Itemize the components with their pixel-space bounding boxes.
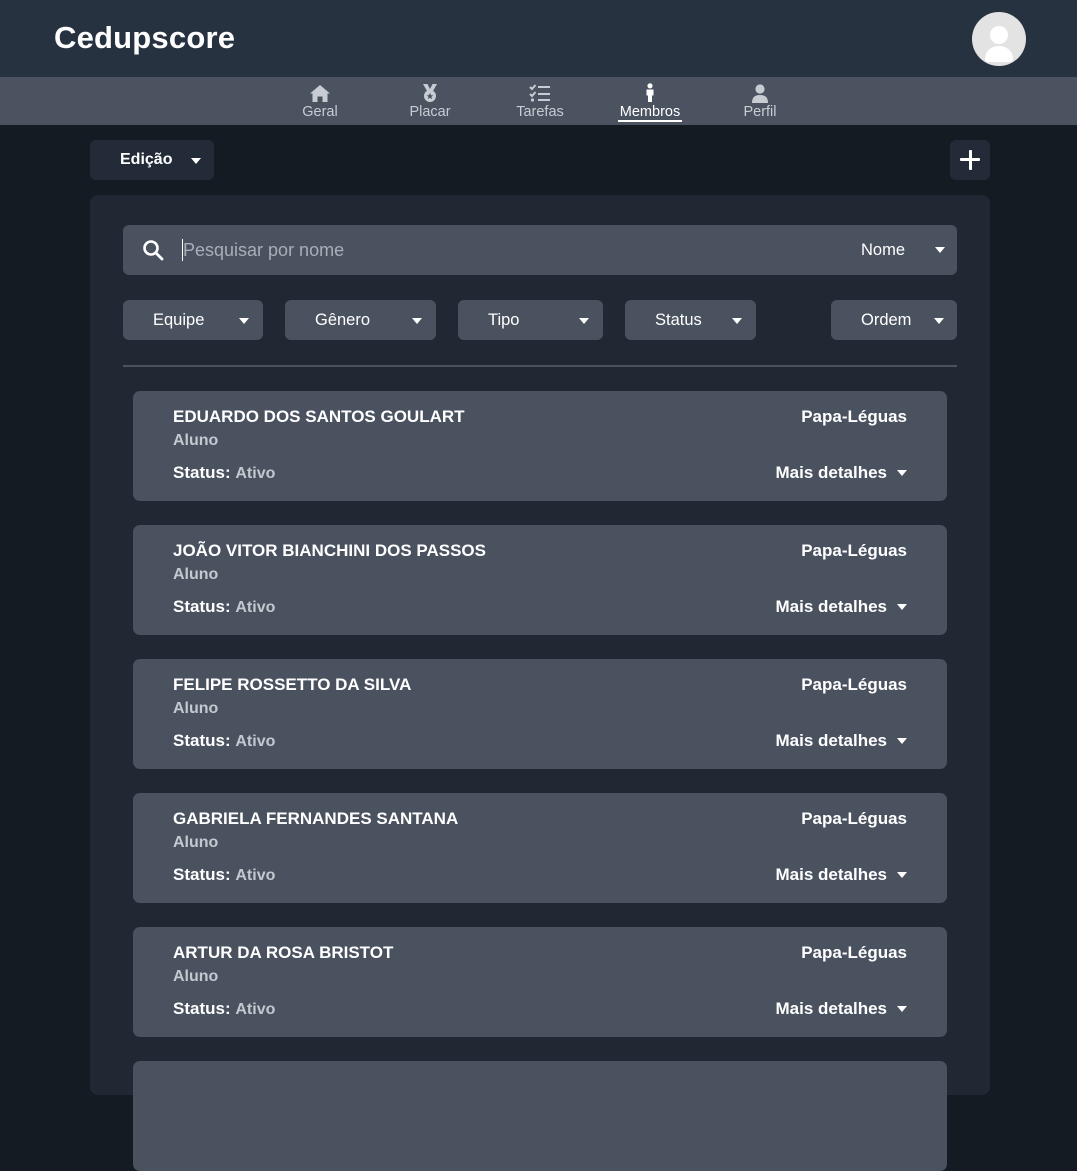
chevron-down-icon xyxy=(239,318,249,324)
search-mode-dropdown[interactable]: Nome xyxy=(861,225,945,275)
chevron-down-icon xyxy=(732,318,742,324)
filter-label: Equipe xyxy=(153,311,205,329)
member-status: Status: Ativo xyxy=(173,597,276,616)
member-status: Status: Ativo xyxy=(173,463,276,482)
checklist-icon xyxy=(529,82,551,104)
member-card: EDUARDO DOS SANTOS GOULART Aluno Status:… xyxy=(133,391,947,501)
member-card xyxy=(133,1061,947,1171)
home-icon xyxy=(309,82,331,104)
chevron-down-icon xyxy=(412,318,422,324)
toolbar: Edição xyxy=(90,140,990,180)
chevron-down-icon xyxy=(191,158,201,164)
search-input[interactable] xyxy=(183,235,783,265)
nav-item-geral[interactable]: Geral xyxy=(280,77,360,125)
member-status-value: Ativo xyxy=(235,867,276,884)
nav-label-membros: Membros xyxy=(617,104,683,122)
app-title: Cedupscore xyxy=(54,20,236,55)
members-panel: Nome Equipe Gênero Tipo Status Ordem EDU… xyxy=(90,195,990,1171)
user-avatar-icon[interactable] xyxy=(972,12,1026,66)
more-details-toggle[interactable]: Mais detalhes xyxy=(776,731,907,751)
member-name: GABRIELA FERNANDES SANTANA xyxy=(173,809,459,828)
search-icon xyxy=(142,239,164,266)
chevron-down-icon xyxy=(897,470,907,476)
chevron-down-icon xyxy=(935,247,945,253)
member-team: Papa-Léguas xyxy=(801,809,907,828)
nav-label-tarefas: Tarefas xyxy=(516,104,564,120)
chevron-down-icon xyxy=(579,318,589,324)
filter-label: Status xyxy=(655,311,702,329)
chevron-down-icon xyxy=(897,872,907,878)
search-mode-label: Nome xyxy=(861,240,906,259)
filter-label: Tipo xyxy=(488,311,520,329)
nav-item-placar[interactable]: Placar xyxy=(390,77,470,125)
member-role: Aluno xyxy=(173,968,219,985)
filter-label: Ordem xyxy=(861,311,912,329)
chevron-down-icon xyxy=(934,318,944,324)
person-icon xyxy=(643,82,657,104)
filter-ordem[interactable]: Ordem xyxy=(831,300,957,340)
member-name: EDUARDO DOS SANTOS GOULART xyxy=(173,407,465,426)
member-status-value: Ativo xyxy=(235,599,276,616)
member-team: Papa-Léguas xyxy=(801,943,907,962)
member-status-value: Ativo xyxy=(235,465,276,482)
member-status-value: Ativo xyxy=(235,1001,276,1018)
member-team: Papa-Léguas xyxy=(801,407,907,426)
more-details-toggle[interactable]: Mais detalhes xyxy=(776,597,907,617)
nav-label-placar: Placar xyxy=(409,104,451,120)
main-nav: Geral Placar Tarefas Membros Perfil xyxy=(0,77,1077,125)
nav-item-membros[interactable]: Membros xyxy=(610,77,690,125)
edition-label: Edição xyxy=(120,151,173,168)
medal-icon xyxy=(420,82,440,104)
member-name: JOÃO VITOR BIANCHINI DOS PASSOS xyxy=(173,541,486,560)
member-status: Status: Ativo xyxy=(173,731,276,750)
filter-equipe[interactable]: Equipe xyxy=(123,300,263,340)
member-name: ARTUR DA ROSA BRISTOT xyxy=(173,943,394,962)
chevron-down-icon xyxy=(897,1006,907,1012)
member-status-value: Ativo xyxy=(235,733,276,750)
add-member-button[interactable] xyxy=(950,140,990,180)
nav-label-geral: Geral xyxy=(302,104,338,120)
search-bar: Nome xyxy=(123,225,957,275)
more-details-toggle[interactable]: Mais detalhes xyxy=(776,865,907,885)
app-header: Cedupscore xyxy=(0,0,1077,77)
divider xyxy=(123,365,957,367)
member-card: ARTUR DA ROSA BRISTOT Aluno Status: Ativ… xyxy=(133,927,947,1037)
nav-label-perfil: Perfil xyxy=(743,104,777,120)
nav-item-tarefas[interactable]: Tarefas xyxy=(500,77,580,125)
chevron-down-icon xyxy=(897,738,907,744)
member-team: Papa-Léguas xyxy=(801,675,907,694)
member-card: FELIPE ROSSETTO DA SILVA Aluno Status: A… xyxy=(133,659,947,769)
member-role: Aluno xyxy=(173,566,219,583)
more-details-toggle[interactable]: Mais detalhes xyxy=(776,463,907,483)
filter-genero[interactable]: Gênero xyxy=(285,300,436,340)
more-details-toggle[interactable]: Mais detalhes xyxy=(776,999,907,1019)
member-status: Status: Ativo xyxy=(173,865,276,884)
filter-tipo[interactable]: Tipo xyxy=(458,300,603,340)
chevron-down-icon xyxy=(897,604,907,610)
edition-dropdown[interactable]: Edição xyxy=(90,140,214,180)
member-role: Aluno xyxy=(173,432,219,449)
nav-item-perfil[interactable]: Perfil xyxy=(720,77,800,125)
member-name: FELIPE ROSSETTO DA SILVA xyxy=(173,675,412,694)
profile-icon xyxy=(751,82,769,104)
member-card: JOÃO VITOR BIANCHINI DOS PASSOS Aluno St… xyxy=(133,525,947,635)
member-role: Aluno xyxy=(173,700,219,717)
member-team: Papa-Léguas xyxy=(801,541,907,560)
filter-status[interactable]: Status xyxy=(625,300,756,340)
member-card: GABRIELA FERNANDES SANTANA Aluno Status:… xyxy=(133,793,947,903)
member-role: Aluno xyxy=(173,834,219,851)
filter-label: Gênero xyxy=(315,311,371,329)
member-status: Status: Ativo xyxy=(173,999,276,1018)
